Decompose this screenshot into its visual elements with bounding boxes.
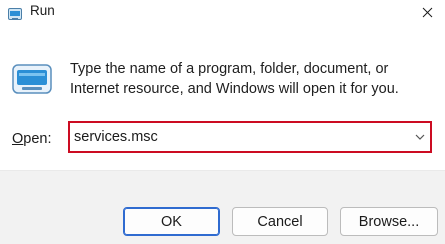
open-combobox[interactable] (68, 121, 432, 153)
open-label: Open: (12, 130, 52, 148)
cancel-button[interactable]: Cancel (232, 207, 328, 236)
title-bar: Run (0, 0, 445, 30)
run-program-icon (12, 64, 52, 94)
dropdown-button[interactable] (412, 128, 428, 146)
browse-button[interactable]: Browse... (340, 207, 438, 236)
open-label-accelerator: O (12, 131, 24, 147)
window-title: Run (30, 3, 55, 18)
open-label-text: pen: (23, 131, 52, 147)
chevron-down-icon (415, 134, 425, 140)
description-text: Type the name of a program, folder, docu… (70, 61, 399, 97)
close-icon (422, 7, 433, 18)
open-input[interactable] (74, 126, 404, 148)
close-button[interactable] (410, 0, 445, 26)
ok-button[interactable]: OK (123, 207, 220, 236)
run-icon (8, 8, 22, 20)
